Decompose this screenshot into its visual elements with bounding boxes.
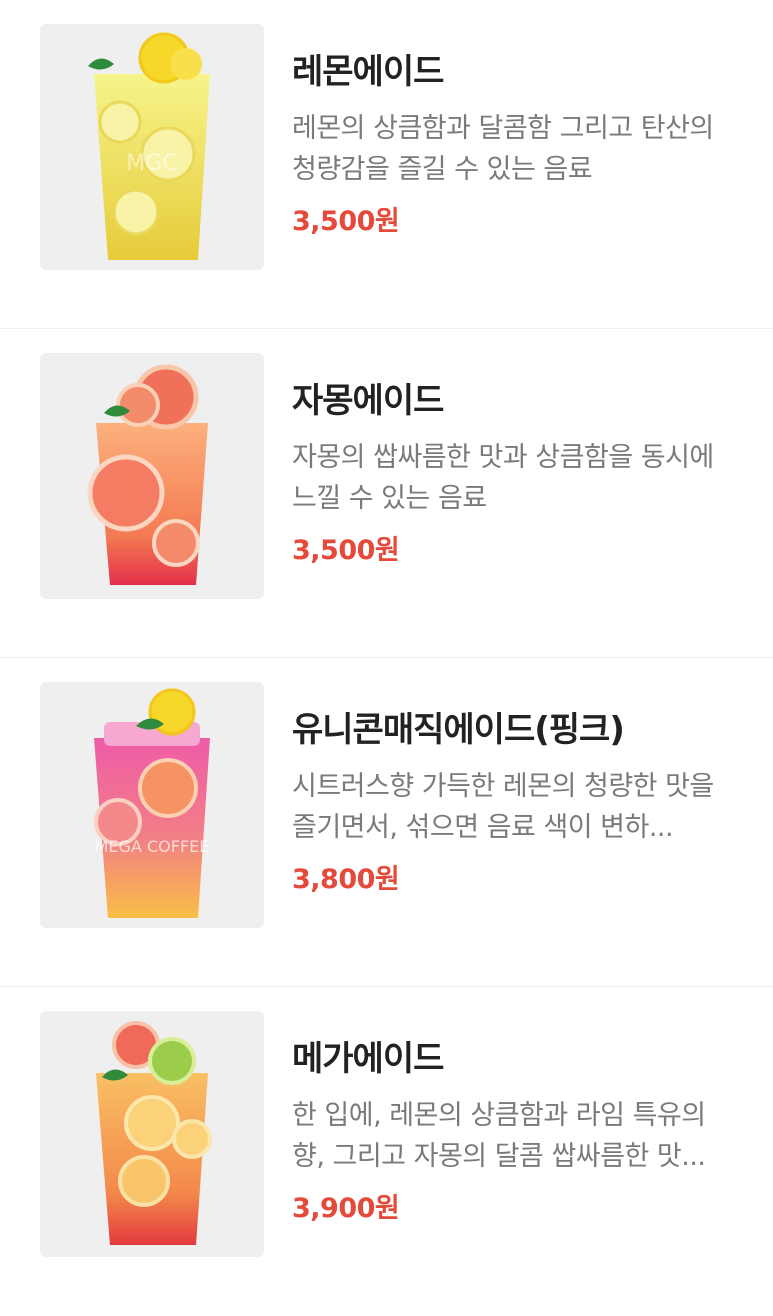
menu-item-lemonade[interactable]: MGC 레몬에이드 레몬의 상큼함과 달콤함 그리고 탄산의 청량감을 즐길 수…	[0, 0, 773, 329]
menu-item-description: 한 입에, 레몬의 상큼함과 라임 특유의 향, 그리고 자몽의 달콤 쌉싸름한…	[292, 1100, 706, 1172]
lemonade-drink-image: MGC	[40, 24, 264, 270]
grapefruit-ade-drink-image	[40, 353, 264, 599]
unicorn-magic-ade-drink-image: MEGA COFFEE	[40, 682, 264, 928]
menu-item-grapefruit-ade[interactable]: 자몽에이드 자몽의 쌉싸름한 맛과 상큼함을 동시에 느낄 수 있는 음료 3,…	[0, 329, 773, 658]
menu-item-price: 3,800원	[292, 864, 400, 895]
mega-ade-drink-image	[40, 1011, 264, 1257]
menu-item-info: 메가에이드 한 입에, 레몬의 상큼함과 라임 특유의 향, 그리고 자몽의 달…	[292, 1037, 737, 1227]
menu-item-name: 유니콘매직에이드(핑크)	[292, 710, 625, 750]
menu-item-price: 3,500원	[292, 206, 400, 237]
menu-item-price: 3,500원	[292, 535, 400, 566]
menu-item-description: 자몽의 쌉싸름한 맛과 상큼함을 동시에 느낄 수 있는 음료	[292, 442, 714, 514]
drink-cup-icon	[96, 1021, 212, 1245]
drink-cup-icon: MGC	[88, 32, 210, 260]
menu-item-price: 3,900원	[292, 1193, 400, 1224]
menu-item-info: 레몬에이드 레몬의 상큼함과 달콤함 그리고 탄산의 청량감을 즐길 수 있는 …	[292, 50, 737, 240]
menu-item-description: 시트러스향 가득한 레몬의 청량한 맛을 즐기면서, 섞으면 음료 색이 변하.…	[292, 771, 714, 843]
menu-list: MGC 레몬에이드 레몬의 상큼함과 달콤함 그리고 탄산의 청량감을 즐길 수…	[0, 0, 773, 1316]
svg-text:MEGA COFFEE: MEGA COFFEE	[95, 837, 210, 856]
svg-text:MGC: MGC	[126, 151, 177, 176]
menu-item-unicorn-magic-ade[interactable]: MEGA COFFEE 유니콘매직에이드(핑크) 시트러스향 가득한 레몬의 청…	[0, 658, 773, 987]
menu-item-name: 레몬에이드	[292, 52, 444, 92]
menu-item-info: 자몽에이드 자몽의 쌉싸름한 맛과 상큼함을 동시에 느낄 수 있는 음료 3,…	[292, 379, 737, 569]
menu-item-info: 유니콘매직에이드(핑크) 시트러스향 가득한 레몬의 청량한 맛을 즐기면서, …	[292, 708, 737, 898]
drink-cup-icon	[87, 364, 208, 585]
menu-item-name: 메가에이드	[292, 1039, 444, 1079]
drink-cup-icon: MEGA COFFEE	[94, 688, 210, 918]
menu-item-mega-ade[interactable]: 메가에이드 한 입에, 레몬의 상큼함과 라임 특유의 향, 그리고 자몽의 달…	[0, 987, 773, 1316]
menu-item-description: 레몬의 상큼함과 달콤함 그리고 탄산의 청량감을 즐길 수 있는 음료	[292, 113, 714, 185]
menu-item-name: 자몽에이드	[292, 381, 444, 421]
